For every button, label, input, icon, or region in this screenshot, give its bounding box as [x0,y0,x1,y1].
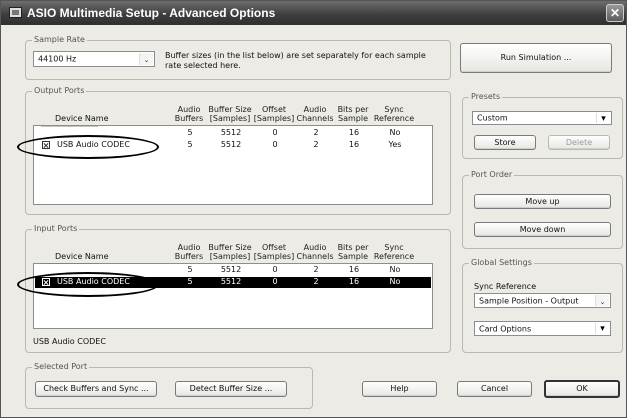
cell-offset: 0 [272,128,278,137]
col-audio-buffers: Audio Buffers [174,105,204,123]
presets-value: Custom [477,113,508,123]
input-port-row-truncated[interactable]: ‾‾‾‾‾‾‾‾‾‾‾‾‾‾‾‾‾‾‾ 5 5512 0 2 16 No [35,263,431,275]
move-up-button[interactable]: Move up [474,194,611,209]
cell-buffers: 5 [187,277,193,286]
output-port-name-truncated: ‾‾‾‾‾‾‾‾‾‾‾‾‾‾‾‾‾‾‾ [41,126,98,133]
output-ports-group-label: Output Ports [32,86,87,95]
cell-buffer-size: 5512 [220,277,242,286]
cell-buffer-size: 5512 [220,128,242,137]
cell-buffer-size: 5512 [220,265,242,274]
cell-channels: 2 [313,277,319,286]
output-port-row[interactable]: USB Audio CODEC 5 5512 0 2 16 Yes [35,140,431,150]
chevron-down-icon[interactable]: ▾ [595,323,609,334]
cell-bits: 16 [348,128,360,137]
cell-offset: 0 [272,265,278,274]
input-port-name-truncated: ‾‾‾‾‾‾‾‾‾‾‾‾‾‾‾‾‾‾‾ [41,263,98,270]
input-port-row-selected[interactable]: USB Audio CODEC 5 5512 0 2 16 No [35,277,431,288]
port-order-group: Port Order [462,170,623,249]
sync-reference-select[interactable]: Sample Position - Output ⌄ [474,293,611,308]
ok-button[interactable]: OK [544,380,620,398]
cell-sync: Yes [388,140,402,149]
output-port-name: USB Audio CODEC [57,140,130,149]
cell-channels: 2 [313,140,319,149]
output-port-row-truncated[interactable]: ‾‾‾‾‾‾‾‾‾‾‾‾‾‾‾‾‾‾‾ 5 5512 0 2 16 No [35,126,431,138]
col-device-name-input: Device Name [55,252,109,261]
port-order-group-label: Port Order [469,170,515,179]
col-sync-reference-input: Sync Reference [373,243,415,261]
output-port-checkbox[interactable] [42,141,50,149]
global-settings-group-label: Global Settings [469,258,534,267]
cell-offset: 0 [272,277,278,286]
chevron-down-icon[interactable]: ▾ [596,113,610,124]
col-audio-buffers-input: Audio Buffers [174,243,204,261]
cell-bits: 16 [348,140,360,149]
cell-buffers: 5 [187,128,193,137]
col-audio-channels-input: Audio Channels [296,243,334,261]
col-bits-per-sample-input: Bits per Sample [337,243,369,261]
sample-rate-select[interactable]: 44100 Hz ⌄ [33,51,155,67]
close-icon[interactable]: ✕ [606,4,624,22]
presets-select[interactable]: Custom ▾ [472,111,612,125]
cell-offset: 0 [272,140,278,149]
col-offset: Offset [Samples] [253,105,295,123]
cell-sync: No [389,265,401,274]
col-buffer-size-input: Buffer Size [Samples] [208,243,252,261]
detect-buffer-size-button[interactable]: Detect Buffer Size ... [175,381,287,397]
sync-reference-value: Sample Position - Output [479,296,579,305]
input-ports-list[interactable]: ‾‾‾‾‾‾‾‾‾‾‾‾‾‾‾‾‾‾‾ 5 5512 0 2 16 No USB… [33,263,433,329]
move-down-button[interactable]: Move down [474,222,611,237]
sample-rate-note: Buffer sizes (in the list below) are set… [165,51,426,70]
run-simulation-button[interactable]: Run Simulation ... [460,43,612,73]
cell-buffer-size: 5512 [220,140,242,149]
store-preset-button[interactable]: Store [474,135,536,150]
check-buffers-and-sync-button[interactable]: Check Buffers and Sync ... [35,381,157,397]
cell-buffers: 5 [187,140,193,149]
window-title: ASIO Multimedia Setup - Advanced Options [27,6,276,20]
cell-buffers: 5 [187,265,193,274]
input-port-checkbox[interactable] [42,278,50,286]
cancel-button[interactable]: Cancel [457,381,532,397]
cell-sync: No [389,128,401,137]
sample-rate-value: 44100 Hz [38,54,77,64]
col-audio-channels: Audio Channels [296,105,334,123]
col-buffer-size: Buffer Size [Samples] [208,105,252,123]
help-button[interactable]: Help [362,381,437,397]
selected-input-device-label: USB Audio CODEC [33,337,106,346]
selected-port-group-label: Selected Port [32,362,90,371]
sync-reference-label: Sync Reference [474,282,537,291]
asio-advanced-options-dialog: ASIO Multimedia Setup - Advanced Options… [0,0,627,418]
cell-channels: 2 [313,128,319,137]
sample-rate-group-label: Sample Rate [32,35,87,44]
card-options-value: Card Options [479,324,532,333]
output-ports-list[interactable]: ‾‾‾‾‾‾‾‾‾‾‾‾‾‾‾‾‾‾‾ 5 5512 0 2 16 No USB… [33,125,433,205]
input-port-name: USB Audio CODEC [57,277,130,286]
cell-sync: No [389,277,401,286]
chevron-down-icon[interactable]: ⌄ [595,295,609,306]
cell-channels: 2 [313,265,319,274]
presets-group-label: Presets [469,92,503,101]
input-ports-group-label: Input Ports [32,224,80,233]
col-device-name: Device Name [55,114,109,123]
col-bits-per-sample: Bits per Sample [337,105,369,123]
cell-bits: 16 [348,277,360,286]
card-options-select[interactable]: Card Options ▾ [474,321,611,336]
chevron-down-icon[interactable]: ⌄ [139,53,153,65]
delete-preset-button[interactable]: Delete [548,135,610,150]
global-settings-group: Global Settings [462,258,623,353]
cell-bits: 16 [348,265,360,274]
app-icon [9,7,22,18]
title-bar[interactable]: ASIO Multimedia Setup - Advanced Options… [1,1,626,25]
col-sync-reference: Sync Reference [373,105,415,123]
col-offset-input: Offset [Samples] [253,243,295,261]
